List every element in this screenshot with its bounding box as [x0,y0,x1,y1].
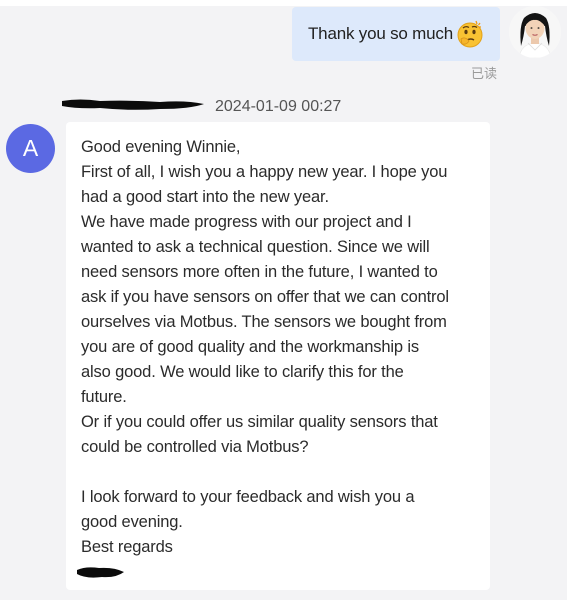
message-line: future. [81,388,127,406]
top-divider [0,0,567,6]
thinking-face-emoji-icon [457,20,483,48]
user-photo-icon [509,6,561,58]
message-line: ask if you have sensors on offer that we… [81,288,449,306]
chat-panel: Thank you so much 已读 2024-01-09 00:27 A … [0,0,567,600]
message-line: ourselves via Motbus. The sensors we bou… [81,313,447,331]
message-line: Or if you could offer us similar quality… [81,413,438,431]
sender-avatar[interactable]: A [6,124,55,173]
message-line: We have made progress with our project a… [81,213,412,231]
message-timestamp: 2024-01-09 00:27 [215,98,342,115]
outgoing-message-bubble[interactable]: Thank you so much [292,7,500,61]
message-line: Good evening Winnie, [81,138,241,156]
message-line [81,460,490,485]
message-line: need sensors more often in the future, I… [81,263,438,281]
message-line: First of all, I wish you a happy new yea… [81,163,448,181]
redacted-sender-name [62,99,204,110]
redacted-signature [77,567,124,578]
outgoing-message-text: Thank you so much [308,24,453,43]
incoming-message-bubble[interactable]: Good evening Winnie, First of all, I wis… [66,122,490,590]
message-line: wanted to ask a technical question. Sinc… [81,238,430,256]
message-line: I look forward to your feedback and wish… [81,488,415,506]
message-line: also good. We would like to clarify this… [81,363,404,381]
message-line: good evening. [81,513,183,531]
message-line: you are of good quality and the workmans… [81,338,419,356]
message-line: had a good start into the new year. [81,188,329,206]
message-line: Best regards [81,538,173,556]
message-line: could be controlled via Motbus? [81,438,309,456]
self-avatar[interactable] [509,6,561,58]
read-status-label: 已读 [471,66,498,81]
